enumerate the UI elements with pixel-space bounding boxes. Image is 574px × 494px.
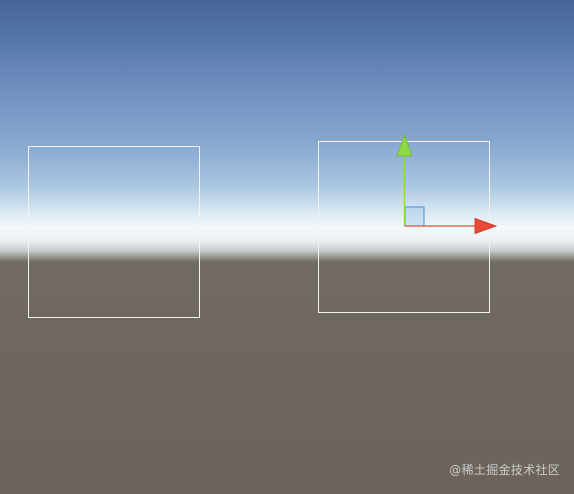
xy-plane-handle[interactable] xyxy=(404,206,425,227)
left-quad-outline[interactable] xyxy=(28,146,200,318)
scene-viewport[interactable]: @稀土掘金技术社区 xyxy=(0,0,574,494)
watermark-text: @稀土掘金技术社区 xyxy=(449,463,560,477)
